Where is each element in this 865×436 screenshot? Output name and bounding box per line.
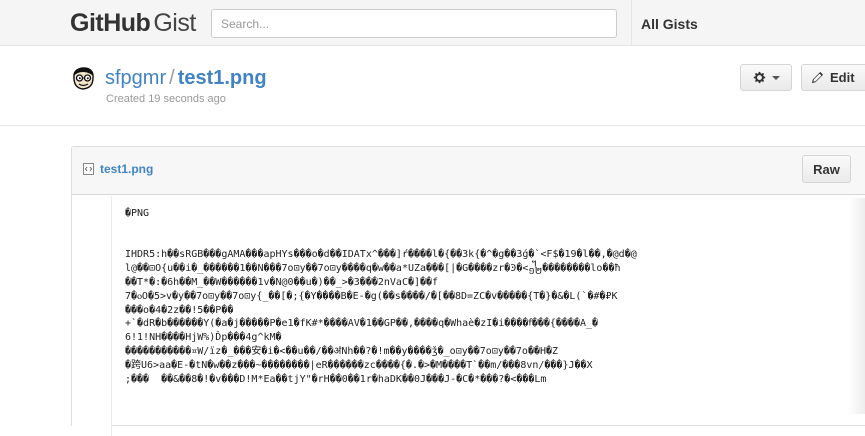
code-file-icon (83, 163, 94, 175)
created-timestamp: Created 19 seconds ago (106, 93, 226, 105)
file-header: test1.png Raw (72, 147, 865, 195)
code-line: l@��⊡O{u��i�_������1��N���7o⊡y��7o⊡y����… (125, 263, 621, 275)
code-line: ;��� ��&��8�!�v���D!M*Ea��tjY"�rH��0��1r… (125, 373, 547, 385)
top-header: GitHubGist All Gists (0, 0, 865, 46)
line-gutter (72, 196, 112, 436)
raw-button[interactable]: Raw (802, 155, 851, 183)
avatar[interactable] (71, 66, 96, 91)
settings-dropdown-button[interactable] (740, 64, 792, 91)
code-line: ��T*�:�6h��M_��W������1v�N@0��u�)��_>�3�… (125, 276, 439, 288)
logo-gist-text: Gist (153, 9, 196, 37)
owner-link[interactable]: sfpgmr (105, 67, 166, 89)
file-box: test1.png Raw �PNG IHDR5:h��sRGB���gAMA�… (71, 146, 865, 436)
search-input[interactable] (211, 9, 617, 38)
pencil-icon (811, 71, 824, 84)
code-line: +`�dR�b������Y(�a�j�����P�e1�fK#*����AV�… (125, 318, 599, 330)
code-line: IHDR5:h��sRGB���gAMA���apHYs���o�d��IDAT… (125, 249, 637, 261)
code-line: 6!1!NH����HjW%)Ďp���4g^kM� (125, 332, 282, 344)
title-separator: / (169, 67, 175, 89)
scrollbar[interactable] (848, 198, 865, 414)
all-gists-link[interactable]: All Gists (641, 16, 698, 32)
gear-icon (753, 71, 765, 84)
logo-github-text: GitHub (70, 9, 151, 37)
file-content: �PNG IHDR5:h��sRGB���gAMA���apHYs���o�d�… (125, 207, 865, 417)
edit-label: Edit (830, 70, 855, 85)
code-line: �PNG (125, 208, 150, 219)
edit-button[interactable]: Edit (801, 64, 865, 91)
github-gist-logo[interactable]: GitHub Gist (70, 9, 196, 38)
chevron-down-icon (771, 75, 780, 80)
code-line: �跨U6>aa�E-�tN�w��z���~��������|eR������z… (125, 359, 593, 371)
gist-title: sfpgmr / test1.png (105, 66, 267, 90)
gist-meta: sfpgmr / test1.png Created 19 seconds ago … (0, 47, 865, 126)
code-line: �����������¤W/ïz�_���安�i�<��u��/��ॳNh��?… (125, 345, 559, 357)
gist-name-link[interactable]: test1.png (178, 67, 267, 89)
code-line: ���o�4�2z��!5��P�� (125, 304, 234, 316)
file-name-link[interactable]: test1.png (100, 162, 153, 176)
code-line: 7�ⲟO�5>v�y��7o⊡y��7o⊡y{_��[�;{�Y����B�E-… (125, 290, 618, 302)
header-divider (631, 0, 632, 46)
